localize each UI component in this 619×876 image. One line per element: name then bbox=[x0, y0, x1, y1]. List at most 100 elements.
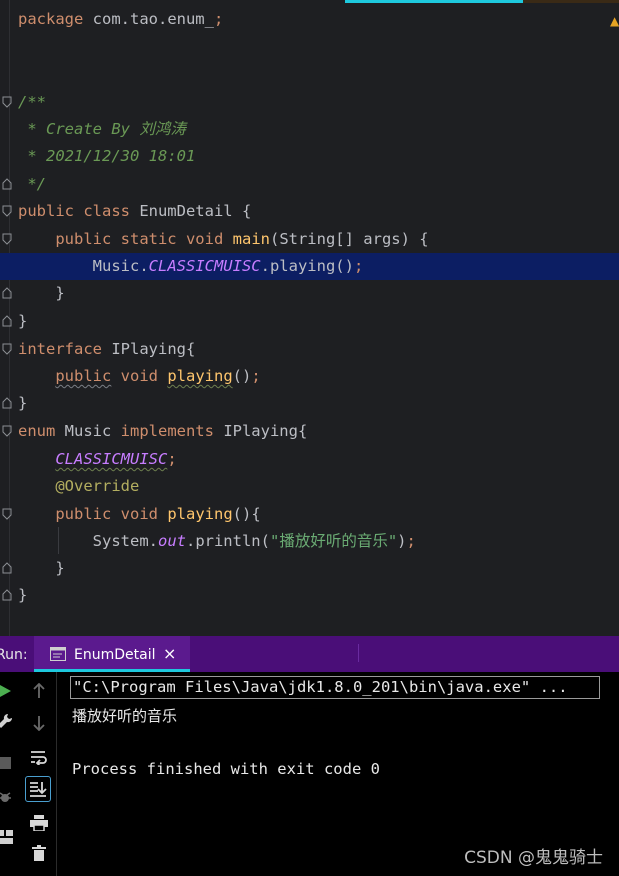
code-line-4[interactable]: /** bbox=[0, 89, 619, 116]
run-tab-label: EnumDetail bbox=[74, 647, 156, 663]
keyword: public static void bbox=[18, 230, 224, 248]
debug-bug-icon[interactable] bbox=[0, 786, 16, 808]
console-output-line: 播放好听的音乐 bbox=[72, 707, 178, 725]
fold-open-icon[interactable] bbox=[2, 425, 12, 437]
code-text: .println( bbox=[185, 532, 270, 550]
code-text: ; bbox=[251, 367, 261, 385]
keyword: public bbox=[55, 367, 112, 385]
fold-close-icon[interactable] bbox=[2, 397, 12, 409]
code-line-5[interactable]: * Create By 刘鸿涛 bbox=[0, 116, 619, 143]
doc-comment: */ bbox=[18, 175, 46, 193]
doc-comment: /** bbox=[18, 93, 46, 111]
code-line-19[interactable]: public void playing(){ bbox=[0, 501, 619, 528]
code-text: } bbox=[18, 394, 28, 412]
layout-icon[interactable] bbox=[0, 826, 16, 848]
keyword: interface bbox=[18, 340, 102, 358]
code-line-22[interactable]: } bbox=[0, 582, 619, 609]
doc-comment: * 2021/12/30 18:01 bbox=[18, 147, 196, 165]
arrow-down-icon[interactable] bbox=[28, 712, 50, 734]
soft-wrap-icon[interactable] bbox=[28, 746, 50, 768]
fold-close-icon[interactable] bbox=[2, 315, 12, 327]
code-text: ) bbox=[397, 532, 407, 550]
fold-open-icon[interactable] bbox=[2, 205, 12, 217]
keyword: enum bbox=[18, 422, 56, 440]
code-line-7[interactable]: */ bbox=[0, 171, 619, 198]
code-text: ; bbox=[167, 450, 177, 468]
run-command-line[interactable]: "C:\Program Files\Java\jdk1.8.0_201\bin\… bbox=[70, 676, 600, 699]
print-icon[interactable] bbox=[28, 812, 50, 834]
code-text: IPlaying{ bbox=[102, 340, 196, 358]
doc-comment: * Create By bbox=[18, 120, 140, 138]
code-text: ; bbox=[213, 10, 224, 28]
method-name: main bbox=[232, 230, 270, 248]
fold-open-icon[interactable] bbox=[2, 343, 12, 355]
fold-open-icon[interactable] bbox=[2, 233, 12, 245]
console-panel[interactable]: "C:\Program Files\Java\jdk1.8.0_201\bin\… bbox=[0, 672, 619, 876]
arrow-up-icon[interactable] bbox=[28, 680, 50, 702]
code-text: } bbox=[18, 284, 65, 302]
keyword: implements bbox=[120, 422, 214, 440]
process-finished-line: Process finished with exit code 0 bbox=[72, 760, 380, 778]
keyword: public void bbox=[18, 505, 158, 523]
wrench-icon[interactable] bbox=[0, 710, 16, 732]
editor-tab-strip bbox=[523, 0, 619, 3]
code-line-20[interactable]: System.out.println("播放好听的音乐"); bbox=[0, 528, 619, 555]
fold-close-icon[interactable] bbox=[2, 589, 12, 601]
code-line-16[interactable]: enum Music implements IPlaying{ bbox=[0, 418, 619, 445]
run-label: Run: bbox=[0, 647, 28, 663]
run-tab-enumdetail[interactable]: EnumDetail × bbox=[34, 636, 190, 672]
doc-comment-author: 刘鸿涛 bbox=[139, 120, 186, 138]
code-line-13[interactable]: interface IPlaying{ bbox=[0, 336, 619, 363]
code-line-15[interactable]: } bbox=[0, 390, 619, 417]
trash-icon[interactable] bbox=[28, 842, 50, 864]
fold-close-icon[interactable] bbox=[2, 287, 12, 299]
enum-constant: CLASSICMUISC bbox=[55, 450, 168, 468]
header-separator bbox=[358, 644, 359, 662]
run-toolbar-primary bbox=[0, 672, 20, 876]
console-icon bbox=[50, 646, 66, 661]
fold-close-icon[interactable] bbox=[2, 178, 12, 190]
code-line-10-current[interactable]: Music.CLASSICMUISC.playing(); bbox=[0, 253, 619, 280]
code-text: Music. bbox=[18, 257, 149, 275]
string-literal: "播放好听的音乐" bbox=[269, 532, 398, 550]
code-text: .playing() bbox=[260, 257, 354, 275]
watermark: CSDN @鬼鬼骑士 bbox=[464, 848, 603, 868]
static-field: out bbox=[157, 532, 186, 550]
fold-open-icon[interactable] bbox=[2, 508, 12, 520]
method-name: playing bbox=[167, 367, 233, 385]
code-text: Music bbox=[55, 422, 121, 440]
fold-open-icon[interactable] bbox=[2, 96, 12, 108]
run-toolbar-secondary bbox=[22, 672, 57, 876]
rerun-icon[interactable] bbox=[0, 680, 16, 702]
code-line-1[interactable]: package com.tao.enum_; bbox=[0, 6, 619, 33]
code-text: com.tao.enum_ bbox=[83, 10, 214, 28]
command-text: "C:\Program Files\Java\jdk1.8.0_201\bin\… bbox=[73, 678, 568, 696]
fold-close-icon[interactable] bbox=[2, 562, 12, 574]
code-editor[interactable]: ▲ package com.tao.enum_; /** * Create By… bbox=[0, 0, 619, 636]
code-text: () bbox=[232, 367, 252, 385]
code-line-21[interactable]: } bbox=[0, 555, 619, 582]
code-text: } bbox=[18, 586, 28, 604]
code-line-12[interactable]: } bbox=[0, 308, 619, 335]
code-text: } bbox=[18, 559, 65, 577]
code-text: (String[] args) { bbox=[269, 230, 429, 248]
code-line-6[interactable]: * 2021/12/30 18:01 bbox=[0, 143, 619, 170]
code-line-9[interactable]: public static void main(String[] args) { bbox=[0, 226, 619, 253]
code-text: } bbox=[18, 312, 28, 330]
code-line-18[interactable]: @Override bbox=[0, 473, 619, 500]
annotation: @Override bbox=[55, 477, 140, 495]
enum-constant: CLASSICMUISC bbox=[148, 257, 261, 275]
method-name: playing bbox=[167, 505, 233, 523]
code-line-14[interactable]: public void playing(); bbox=[0, 363, 619, 390]
code-line-17[interactable]: CLASSICMUISC; bbox=[0, 446, 619, 473]
close-icon[interactable]: × bbox=[163, 644, 176, 663]
code-line-11[interactable]: } bbox=[0, 280, 619, 307]
code-text: IPlaying{ bbox=[213, 422, 308, 440]
keyword: public class bbox=[18, 202, 130, 220]
scroll-to-end-icon[interactable] bbox=[25, 776, 51, 802]
stop-icon[interactable] bbox=[0, 752, 16, 774]
code-line-8[interactable]: public class EnumDetail { bbox=[0, 198, 619, 225]
code-text: System. bbox=[18, 532, 158, 550]
